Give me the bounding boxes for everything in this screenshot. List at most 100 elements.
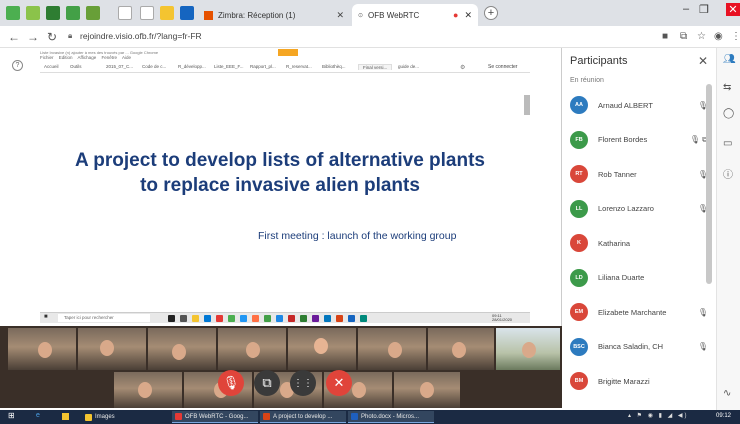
participant-name: Lorenzo Lazzaro (598, 204, 654, 213)
video-tile[interactable] (8, 328, 76, 370)
video-tile[interactable] (496, 328, 560, 370)
participant-row[interactable]: AA Arnaud ALBERT 🎙 (570, 92, 708, 118)
url-input[interactable]: rejoindre.visio.ofb.fr/?lang=fr-FR (80, 31, 202, 41)
inner-tab: Code de c... (142, 64, 167, 69)
taskbar-item-word[interactable]: Photo.docx - Micros... (348, 411, 434, 423)
participants-icon[interactable]: 👥︎ (723, 54, 736, 65)
camera-icon[interactable]: ■ (662, 31, 668, 42)
pinned-tab-icon[interactable] (6, 6, 20, 20)
close-icon[interactable]: ✕ (698, 54, 708, 68)
browser-tab-strip: Zimbra: Réception (1) ✕ ⊙ OFB WebRTC ● ✕… (0, 0, 740, 26)
slide-title: A project to develop lists of alternativ… (75, 150, 485, 196)
address-bar: ← → ↻ 🔒︎ rejoindre.visio.ofb.fr/?lang=fr… (0, 26, 740, 48)
inner-tab: R_reservat... (286, 64, 312, 69)
taskbar-item-chrome[interactable]: OFB WebRTC - Goog... (172, 411, 258, 423)
chrome-icon (175, 413, 182, 420)
restore-icon[interactable]: ❐ (699, 3, 709, 16)
edge-icon[interactable]: e (36, 412, 40, 419)
swap-icon[interactable]: ⇆ (723, 82, 731, 93)
folder-icon[interactable] (62, 413, 69, 420)
inner-tab: Outils (70, 64, 82, 69)
participant-row[interactable]: BM Brigitte Marazzi (570, 368, 708, 394)
video-tile[interactable] (358, 328, 426, 370)
video-tile[interactable] (288, 328, 356, 370)
right-rail: 👥︎ ⇆ ◯ ▭ ⓘ ∿ (716, 48, 740, 410)
taskbar-item-powerpoint[interactable]: A project to develop ... (260, 411, 346, 423)
zimbra-icon (204, 10, 213, 20)
layout-icon[interactable]: ▭ (723, 138, 732, 149)
powerpoint-icon (263, 413, 270, 420)
tab-zimbra[interactable]: Zimbra: Réception (1) ✕ (198, 4, 350, 26)
new-tab-button[interactable]: + (484, 6, 498, 20)
back-icon[interactable]: ← (8, 30, 20, 44)
close-tab-icon[interactable]: ✕ (336, 10, 344, 21)
inner-tab: Rapport_pl... (250, 64, 276, 69)
ofb-icon: ⊙ (358, 12, 364, 19)
share-screen-button[interactable]: ⧉ (254, 370, 280, 396)
start-icon: ■ (44, 314, 48, 320)
inner-tab: Accueil (44, 64, 59, 69)
star-icon[interactable]: ☆ (697, 31, 706, 42)
activity-icon[interactable]: ∿ (723, 388, 731, 399)
video-tile[interactable] (114, 372, 182, 408)
pinned-tab-icon[interactable] (118, 6, 132, 20)
participant-row[interactable]: FB Florent Bordes 🎙 ⧉ (570, 127, 708, 153)
section-label: En réunion (570, 77, 604, 84)
chat-icon[interactable]: ◯ (723, 108, 734, 119)
pinned-tab-icon[interactable] (86, 6, 100, 20)
reload-icon[interactable]: ↻ (47, 30, 57, 44)
taskbar-item-images[interactable]: Images (82, 411, 164, 423)
inner-tab-strip: Accueil Outils 2015_07_C... Code de c... R_d… (40, 63, 530, 73)
system-tray[interactable]: ▴ ⚑ ◉ ▮ ◢ ◀) (628, 412, 689, 419)
participant-row[interactable]: RT Rob Tanner 🎙 (570, 161, 708, 187)
pinned-tab-icon[interactable] (26, 6, 40, 20)
video-tile[interactable] (148, 328, 216, 370)
profile-icon[interactable]: ◉ (714, 31, 723, 42)
inner-clock: 09:11 28/01/2020 (492, 313, 513, 322)
inner-taskbar: ■ Taper ici pour rechercher 09:11 28/01/… (40, 312, 530, 323)
video-tile[interactable] (218, 328, 286, 370)
mute-mic-button[interactable]: 🎙 (218, 370, 244, 396)
avatar: BSC (570, 337, 588, 356)
close-tab-icon[interactable]: ✕ (464, 10, 472, 21)
microphone-icon: 🎙 (697, 342, 708, 351)
panel-title: Participants (570, 55, 628, 67)
taskbar-clock: 09:12 (716, 413, 732, 419)
info-icon[interactable]: ⓘ (723, 166, 733, 181)
inner-menu-bar: Fichier Edition Affichage Fenêtre Aide (40, 55, 131, 60)
windows-start-icon[interactable]: ⊞ (8, 411, 15, 420)
participants-panel: Participants ✕ En réunion AA Arnaud ALBER… (562, 48, 716, 410)
minimize-icon[interactable]: – (683, 3, 689, 15)
participant-row[interactable]: K Katharina (570, 230, 708, 256)
participant-row[interactable]: LL Lorenzo Lazzaro 🎙 (570, 196, 708, 222)
participant-row[interactable]: LD Liliana Duarte (570, 265, 708, 291)
windows-taskbar: ⊞ e Images OFB WebRTC - Goog... A projec… (0, 410, 740, 424)
video-strip: 🎙 ⧉ ⋮⋮ ✕ (0, 326, 562, 408)
inner-tab: Final versi... (358, 64, 393, 70)
pinned-tab-icon[interactable] (46, 6, 60, 20)
forward-icon[interactable]: → (27, 30, 39, 44)
close-window-icon[interactable]: ✕ (726, 3, 740, 16)
avatar: AA (570, 96, 588, 114)
pinned-tab-icon[interactable] (160, 6, 174, 20)
avatar: K (570, 234, 588, 252)
menu-icon[interactable]: ⋮ (731, 31, 740, 42)
video-tile[interactable] (394, 372, 460, 408)
video-tile[interactable] (78, 328, 146, 370)
participant-name: Brigitte Marazzi (598, 376, 650, 386)
apps-button[interactable]: ⋮⋮ (290, 370, 316, 396)
settings-icon: ⚙ (460, 65, 466, 71)
tab-ofb-webrtc[interactable]: ⊙ OFB WebRTC ● ✕ (352, 4, 478, 26)
hangup-button[interactable]: ✕ (326, 370, 352, 396)
participant-row[interactable]: EM Elizabete Marchante 🎙 (570, 299, 708, 325)
recording-icon: ● (453, 10, 459, 20)
video-tile[interactable] (428, 328, 494, 370)
avatar: EM (570, 303, 588, 321)
extension-icon[interactable]: ⧉ (680, 31, 687, 42)
pinned-tab-icon[interactable] (140, 6, 154, 20)
participant-row[interactable]: BSC Bianca Saladin, CH 🎙 (570, 334, 708, 360)
participants-scrollbar[interactable] (706, 84, 712, 284)
pinned-tab-icon[interactable] (66, 6, 80, 20)
pinned-tab-icon[interactable] (180, 6, 194, 20)
inner-tab: Liste_EEE_F... (214, 64, 244, 69)
